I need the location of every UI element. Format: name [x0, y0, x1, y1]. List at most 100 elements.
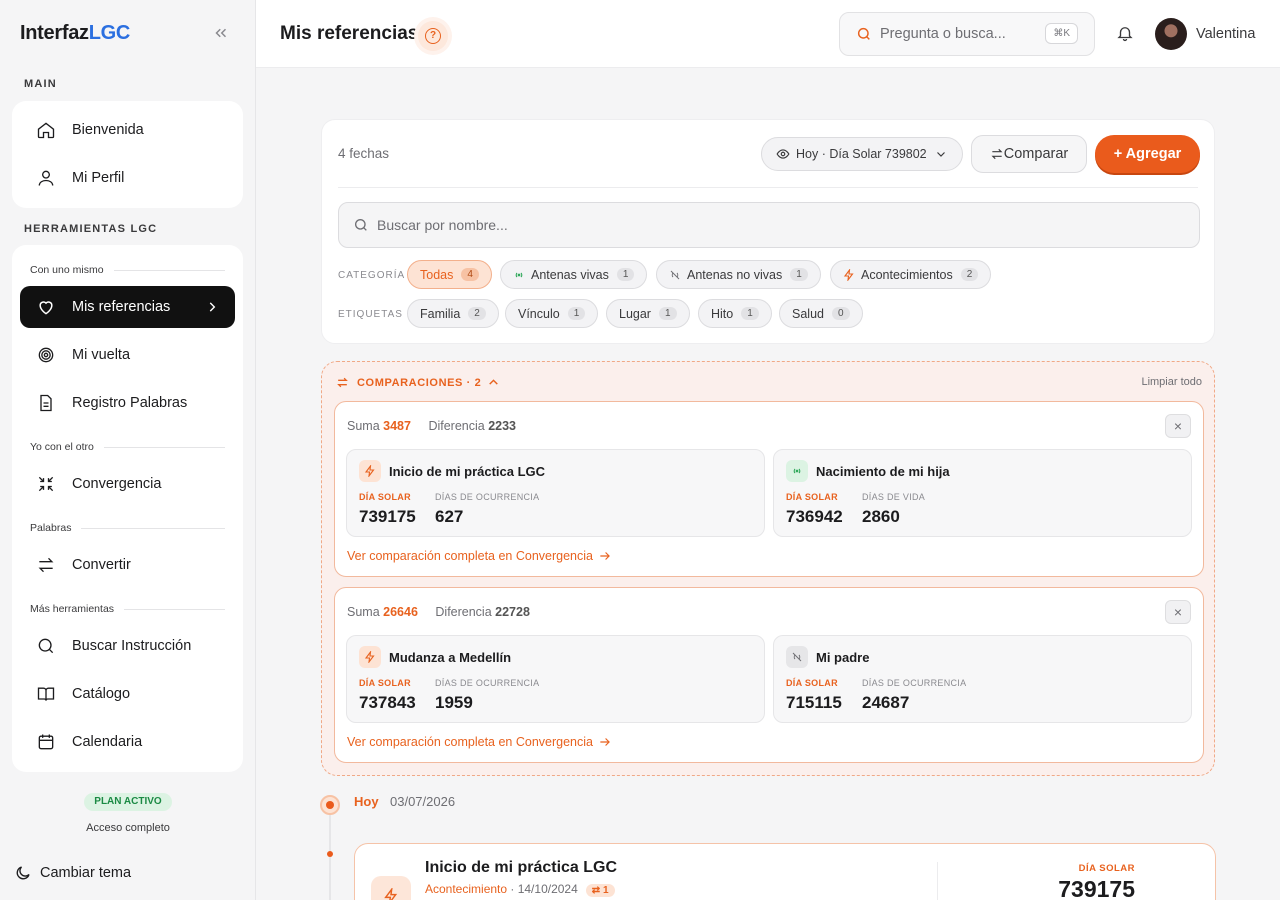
chip-label: Antenas vivas: [531, 267, 609, 282]
bell-icon[interactable]: [1116, 24, 1134, 42]
sum-label: Suma: [347, 419, 380, 433]
item-name: Nacimiento de mi hija: [816, 464, 950, 479]
comparison-item[interactable]: Nacimiento de mi hija DÍA SOLAR DÍAS DE …: [773, 449, 1192, 537]
clear-all-button[interactable]: Limpiar todo: [1141, 376, 1202, 388]
swap-icon: [991, 148, 1003, 160]
filter-chip-antenas-no-vivas[interactable]: Antenas no vivas 1: [656, 260, 821, 289]
timeline-today-date: 03/07/2026: [390, 794, 456, 809]
filter-chip-todas[interactable]: Todas 4: [407, 260, 492, 289]
search-placeholder: Buscar por nombre...: [377, 217, 508, 233]
filter-chip-acontecimientos[interactable]: Acontecimientos 2: [830, 260, 992, 289]
collapse-sidebar-icon[interactable]: [212, 24, 230, 42]
tag-chip-lugar[interactable]: Lugar 1: [606, 299, 690, 328]
solar-label: DÍA SOLAR: [359, 678, 411, 688]
comparisons-panel: COMPARACIONES · 2 Limpiar todo Suma 3487…: [321, 361, 1215, 776]
dates-count: 4 fechas: [338, 146, 390, 161]
event-solar-label: DÍA SOLAR: [1078, 863, 1135, 874]
comparisons-toggle[interactable]: COMPARACIONES · 2: [336, 376, 500, 389]
view-comparison-link[interactable]: Ver comparación completa en Convergencia: [347, 549, 612, 563]
link-label: Ver comparación completa en Convergencia: [347, 549, 593, 563]
event-title: Inicio de mi práctica LGC: [425, 859, 618, 876]
secondary-value: 2860: [862, 507, 900, 526]
global-search-input[interactable]: Pregunta o busca... ⌘K: [839, 12, 1095, 56]
sidebar-item-registro-palabras[interactable]: Registro Palabras: [20, 382, 235, 424]
chip-label: Lugar: [619, 306, 651, 321]
name-search-input[interactable]: Buscar por nombre...: [338, 202, 1200, 248]
tag-chip-familia[interactable]: Familia 2: [407, 299, 499, 328]
sidebar-item-label: Calendaria: [72, 734, 143, 750]
sidebar-item-convertir[interactable]: Convertir: [20, 544, 235, 586]
chip-count: 1: [567, 307, 586, 320]
converge-icon: [38, 476, 54, 492]
section-tools-label: HERRAMIENTAS LGC: [24, 223, 158, 235]
group-label: Más herramientas: [30, 603, 225, 615]
chip-count: 2: [468, 307, 486, 320]
view-comparison-link[interactable]: Ver comparación completa en Convergencia: [347, 735, 612, 749]
arrow-right-icon: [600, 552, 610, 560]
sidebar-item-label: Convertir: [72, 557, 131, 573]
sidebar-item-mi-vuelta[interactable]: Mi vuelta: [20, 334, 235, 376]
sidebar-item-label: Catálogo: [72, 686, 131, 702]
sidebar-item-convergencia[interactable]: Convergencia: [20, 463, 235, 505]
diff-label: Diferencia: [428, 419, 485, 433]
diff-label: Diferencia: [435, 605, 492, 619]
sidebar-item-calendaria[interactable]: Calendaria: [20, 721, 235, 763]
sidebar: InterfazLGC MAIN Bienvenida Mi Perfil HE…: [0, 0, 256, 900]
calendar-icon: [38, 734, 54, 750]
sidebar-item-label: Buscar Instrucción: [72, 638, 192, 654]
comparison-item[interactable]: Mi padre DÍA SOLAR DÍAS DE OCURRENCIA 71…: [773, 635, 1192, 723]
timeline-today-dot: [320, 795, 340, 815]
today-dropdown[interactable]: Hoy · Día Solar 739802: [761, 137, 963, 171]
tag-chip-salud[interactable]: Salud 0: [779, 299, 863, 328]
chip-label: Familia: [420, 306, 461, 321]
avatar[interactable]: [1155, 18, 1187, 50]
sidebar-item-catalogo[interactable]: Catálogo: [20, 673, 235, 715]
theme-label: Cambiar tema: [40, 865, 132, 881]
event-date: · 14/10/2024: [507, 882, 578, 896]
tag-chip-hito[interactable]: Hito 1: [698, 299, 772, 328]
filter-chip-antenas-vivas[interactable]: Antenas vivas 1: [500, 260, 648, 289]
comparison-item[interactable]: Mudanza a Medellín DÍA SOLAR DÍAS DE OCU…: [346, 635, 765, 723]
chip-count: 4: [461, 268, 479, 281]
close-comparison-button[interactable]: ×: [1165, 600, 1191, 624]
compare-button[interactable]: Comparar: [971, 135, 1087, 173]
solar-value: 739175: [359, 507, 416, 526]
home-icon: [37, 122, 55, 139]
user-name[interactable]: Valentina: [1196, 26, 1255, 42]
comparison-card: Suma 26646 Diferencia 22728 × Mudanza a …: [334, 587, 1204, 763]
help-icon: ?: [425, 28, 441, 44]
document-icon: [40, 394, 52, 412]
filter-panel: 4 fechas Hoy · Día Solar 739802 Comparar…: [321, 119, 1215, 344]
eye-icon: [776, 149, 790, 159]
sidebar-item-buscar-instruccion[interactable]: Buscar Instrucción: [20, 625, 235, 667]
sidebar-item-label: Mi Perfil: [72, 170, 125, 186]
solar-value: 715115: [786, 693, 842, 712]
moon-icon: [16, 866, 30, 880]
main-nav-card: Bienvenida Mi Perfil: [12, 101, 243, 208]
solar-label: DÍA SOLAR: [786, 492, 838, 502]
comparison-item[interactable]: Inicio de mi práctica LGC DÍA SOLAR DÍAS…: [346, 449, 765, 537]
add-button[interactable]: + Agregar: [1095, 135, 1200, 173]
solar-label: DÍA SOLAR: [359, 492, 411, 502]
app-logo[interactable]: InterfazLGC: [20, 22, 130, 45]
search-icon: [857, 27, 870, 40]
sidebar-item-mi-perfil[interactable]: Mi Perfil: [20, 157, 235, 199]
sidebar-item-bienvenida[interactable]: Bienvenida: [20, 109, 235, 151]
close-comparison-button[interactable]: ×: [1165, 414, 1191, 438]
diff-value: 22728: [495, 605, 530, 619]
help-button[interactable]: ?: [418, 21, 448, 51]
theme-toggle[interactable]: Cambiar tema: [14, 864, 131, 882]
arrow-right-icon: [600, 738, 610, 746]
shortcut-badge: ⌘K: [1045, 23, 1078, 44]
timeline-line: [329, 814, 331, 900]
sidebar-item-label: Registro Palabras: [72, 395, 188, 411]
link-label: Ver comparación completa en Convergencia: [347, 735, 593, 749]
today-label: Hoy · Día Solar 739802: [796, 147, 927, 161]
category-label: CATEGORÍA: [338, 270, 406, 281]
tag-chip-vinculo[interactable]: Vínculo 1: [505, 299, 599, 328]
solar-value: 736942: [786, 507, 843, 526]
sidebar-item-mis-referencias[interactable]: Mis referencias: [20, 286, 235, 328]
event-card[interactable]: Inicio de mi práctica LGC Acontecimiento…: [354, 843, 1216, 900]
bolt-icon: [843, 268, 854, 281]
secondary-label: DÍAS DE OCURRENCIA: [862, 678, 967, 688]
